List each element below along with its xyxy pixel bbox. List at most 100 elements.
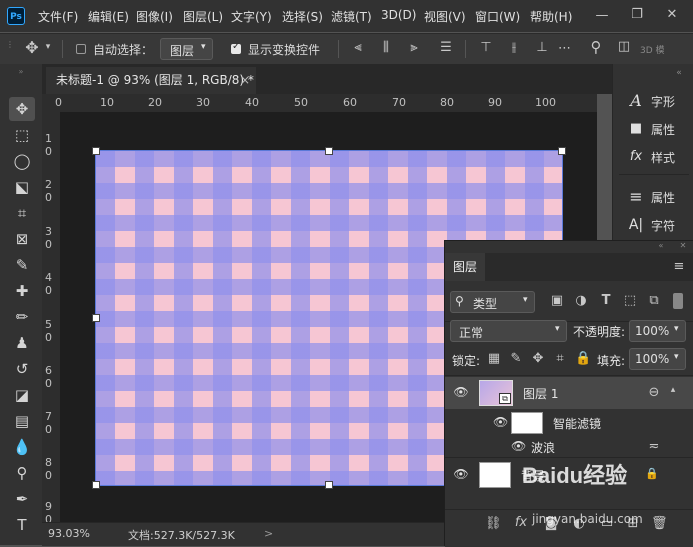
auto-select-checkbox[interactable]	[76, 44, 86, 54]
visibility-eye-icon[interactable]: 👁	[511, 439, 526, 453]
filter-adjustment-icon[interactable]: ◑	[573, 293, 589, 308]
menu-view[interactable]: 视图(V)	[424, 8, 466, 25]
visibility-eye-icon[interactable]: 👁	[453, 467, 469, 481]
lock-artboard-icon[interactable]: ⌗	[553, 351, 567, 366]
chevron-down-icon[interactable]: ▾	[44, 42, 52, 52]
align-middle-icon[interactable]: ⫲	[506, 40, 522, 55]
workspace-icon[interactable]: ◫	[615, 39, 633, 54]
lock-transparent-icon[interactable]: ▦	[487, 351, 501, 366]
marquee-tool-icon[interactable]: ⬚	[9, 123, 35, 147]
tab-layers[interactable]: 图层	[445, 253, 485, 281]
frame-tool-icon[interactable]: ⊠	[9, 227, 35, 251]
tools-panel: » ✥ ⬚ ◯ ⬕ ⌗ ⊠ ✎ ✚ ✏ ♟ ↺ ◪ ▤ 💧 ⚲ ✒ T	[0, 64, 43, 545]
opacity-field[interactable]: 100% ▾	[629, 320, 686, 342]
collapse-panel-icon[interactable]: «	[655, 241, 667, 250]
close-window-icon[interactable]: ✕	[665, 7, 679, 22]
pen-tool-icon[interactable]: ✒	[9, 487, 35, 511]
more-options-icon[interactable]: ⋯	[558, 41, 571, 56]
menu-type[interactable]: 文字(Y)	[231, 8, 272, 25]
lock-position-icon[interactable]: ✥	[531, 351, 545, 366]
align-bottom-icon[interactable]: ⊥	[534, 40, 550, 55]
filter-toggle-icon[interactable]	[673, 293, 683, 309]
collapse-panels-icon[interactable]: «	[669, 68, 689, 78]
auto-select-dropdown[interactable]: 图层 ▾	[160, 38, 213, 60]
move-tool-icon[interactable]: ✥	[22, 38, 42, 57]
menu-window[interactable]: 窗口(W)	[475, 8, 520, 25]
healing-brush-tool-icon[interactable]: ✚	[9, 279, 35, 303]
transform-handle-top-left[interactable]	[92, 147, 100, 155]
smart-filter-indicator-icon[interactable]: ⊖	[647, 385, 661, 400]
dodge-tool-icon[interactable]: ⚲	[9, 461, 35, 485]
layer-row-smart-filters[interactable]: 👁 智能滤镜	[445, 409, 693, 435]
menu-3d[interactable]: 3D(D)	[381, 8, 416, 22]
filter-pixel-icon[interactable]: ▣	[549, 293, 565, 308]
layer-filter-dropdown[interactable]: ⚲ 类型 ▾	[450, 291, 535, 313]
panel-glyphs[interactable]: A 字形	[623, 88, 691, 114]
clone-stamp-tool-icon[interactable]: ♟	[9, 331, 35, 355]
link-layers-icon[interactable]: ⛓	[485, 516, 502, 531]
ruler-tick: 8 0	[45, 456, 52, 482]
search-icon[interactable]: ⚲	[588, 38, 604, 56]
document-tab[interactable]: 未标题-1 @ 93% (图层 1, RGB/8) * ×	[46, 67, 256, 94]
panel-styles[interactable]: fx 样式	[623, 144, 691, 170]
collapse-toolbar-icon[interactable]: »	[10, 67, 32, 76]
panel-adjust-properties[interactable]: ≡ 属性	[623, 184, 691, 210]
move-tool-icon[interactable]: ✥	[9, 97, 35, 121]
layer-name[interactable]: 图层 1	[523, 385, 558, 402]
visibility-eye-icon[interactable]: 👁	[453, 385, 469, 399]
align-center-icon[interactable]: ⫼	[378, 40, 394, 55]
brush-tool-icon[interactable]: ✏	[9, 305, 35, 329]
blend-mode-dropdown[interactable]: 正常 ▾	[450, 320, 567, 342]
menu-help[interactable]: 帮助(H)	[530, 8, 572, 25]
quick-select-tool-icon[interactable]: ⬕	[9, 175, 35, 199]
visibility-eye-icon[interactable]: 👁	[493, 415, 508, 429]
gradient-tool-icon[interactable]: ▤	[9, 409, 35, 433]
panel-properties[interactable]: ■ 属性	[623, 116, 691, 142]
panel-menu-icon[interactable]: ≡	[671, 259, 687, 274]
chevron-down-icon: ▾	[523, 295, 528, 305]
menu-layer[interactable]: 图层(L)	[183, 8, 223, 25]
menu-image[interactable]: 图像(I)	[136, 8, 173, 25]
zoom-level[interactable]: 93.03%	[48, 527, 90, 540]
add-style-fx-icon[interactable]: fx	[513, 515, 529, 530]
show-transform-checkbox[interactable]	[231, 41, 241, 54]
type-tool-icon[interactable]: T	[9, 513, 35, 537]
chevron-up-icon[interactable]: ▴	[667, 385, 679, 395]
transform-handle-bottom[interactable]	[325, 481, 333, 489]
transform-handle-top[interactable]	[325, 147, 333, 155]
status-menu-arrow-icon[interactable]: >	[264, 527, 273, 540]
crop-tool-icon[interactable]: ⌗	[9, 201, 35, 225]
transform-handle-left[interactable]	[92, 314, 100, 322]
lasso-tool-icon[interactable]: ◯	[9, 149, 35, 173]
trash-icon[interactable]: 🗑	[651, 516, 668, 531]
menu-select[interactable]: 选择(S)	[282, 8, 323, 25]
search-icon: ⚲	[455, 294, 464, 308]
panel-label: 字形	[651, 95, 676, 109]
align-left-icon[interactable]: ⫷	[350, 40, 366, 55]
lock-all-icon[interactable]: 🔒	[575, 351, 591, 366]
menu-filter[interactable]: 滤镜(T)	[331, 8, 372, 25]
transform-handle-bottom-left[interactable]	[92, 481, 100, 489]
filter-smart-object-icon[interactable]: ⧉	[646, 293, 662, 308]
menu-file[interactable]: 文件(F)	[38, 8, 78, 25]
history-brush-tool-icon[interactable]: ↺	[9, 357, 35, 381]
eyedropper-tool-icon[interactable]: ✎	[9, 253, 35, 277]
close-panel-icon[interactable]: ✕	[677, 241, 689, 250]
filter-type-icon[interactable]: T	[598, 293, 614, 308]
panel-character[interactable]: A| 字符	[623, 212, 691, 238]
distribute-icon[interactable]: ☰	[438, 40, 454, 55]
lock-pixels-icon[interactable]: ✎	[509, 351, 523, 366]
restore-icon[interactable]: ❐	[630, 7, 644, 22]
menu-edit[interactable]: 编辑(E)	[88, 8, 129, 25]
separator	[465, 40, 466, 58]
fill-field[interactable]: 100% ▾	[629, 348, 686, 370]
align-top-icon[interactable]: ⊤	[478, 40, 494, 55]
transform-handle-top-right[interactable]	[558, 147, 566, 155]
minimize-icon[interactable]: —	[595, 8, 609, 23]
blur-tool-icon[interactable]: 💧	[9, 435, 35, 459]
eraser-tool-icon[interactable]: ◪	[9, 383, 35, 407]
close-tab-icon[interactable]: ×	[240, 67, 250, 94]
layer-row-layer1[interactable]: 👁 ⧉ 图层 1 ⊖ ▴	[445, 377, 693, 409]
align-right-icon[interactable]: ⫸	[406, 40, 422, 55]
filter-shape-icon[interactable]: ⬚	[622, 293, 638, 308]
